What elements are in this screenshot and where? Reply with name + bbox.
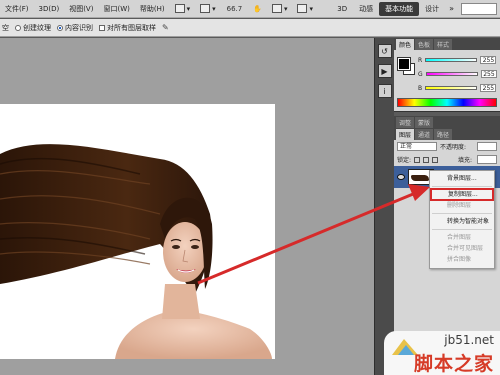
menu-separator [432, 186, 492, 187]
lock-row: 锁定: 填充: [394, 153, 500, 166]
layer-context-menu: 背景图层... 复制图层... 删除图层 转换为智能对象 合并图层 合并可见图层… [429, 170, 495, 269]
workspace-motion[interactable]: 动感 [353, 2, 379, 16]
watermark-name: 脚本之家 [413, 353, 494, 375]
tab-paths[interactable]: 路径 [434, 129, 453, 140]
layers-tabs: 图层 通道 路径 [394, 128, 500, 140]
content-aware-option[interactable]: 内容识别 [57, 23, 93, 33]
opacity-field[interactable] [477, 142, 497, 151]
create-texture-option[interactable]: 创建纹理 [15, 23, 51, 33]
tab-styles[interactable]: 样式 [434, 39, 453, 50]
portrait-image [0, 144, 272, 359]
adjust-tabs: 调整 蒙版 [394, 116, 500, 128]
brush-pressure-icon[interactable]: ✎ [162, 23, 169, 32]
menu-bar: 文件(F) 3D(D) 视图(V) 窗口(W) 帮助(H) ▾ ▾ 66.7 ✋… [0, 0, 500, 18]
red-slider[interactable] [425, 58, 478, 62]
channel-label-b: B [418, 84, 423, 92]
watermark-url: jb51.net [444, 333, 494, 347]
color-spectrum[interactable] [397, 98, 497, 107]
watermark: jb51.net 脚本之家 [384, 331, 500, 375]
lock-label: 锁定: [397, 157, 412, 164]
channel-label-g: G [418, 70, 423, 78]
tab-color[interactable]: 颜色 [396, 39, 415, 50]
options-bar: 空 创建纹理 内容识别 对所有图层取样 ✎ [0, 19, 500, 37]
extras-icon [297, 4, 308, 13]
extras-tool[interactable]: ▾ [292, 4, 318, 13]
create-texture-label: 创建纹理 [23, 23, 51, 32]
workspace-essentials[interactable]: 基本功能 [379, 1, 420, 16]
create-texture-radio[interactable] [15, 24, 21, 31]
fill-label: 填充: [457, 157, 472, 164]
menu-item-merge-visible[interactable]: 合并可见图层 [430, 243, 494, 254]
search-field[interactable] [461, 2, 497, 15]
blend-row: 正常 不透明度: [394, 140, 500, 153]
menu-separator [432, 213, 492, 214]
menu-item-window[interactable]: 窗口(W) [98, 4, 134, 14]
more-workspaces-button[interactable]: » [445, 4, 458, 13]
menu-item-background-layer[interactable]: 背景图层... [430, 173, 494, 184]
green-slider[interactable] [425, 72, 478, 76]
foreground-color-swatch[interactable] [397, 57, 411, 71]
visibility-eye-icon[interactable] [397, 174, 405, 180]
grid-icon [200, 4, 211, 13]
blue-value[interactable]: 255 [480, 84, 497, 92]
red-value[interactable]: 255 [480, 56, 497, 64]
lock-all-icon[interactable] [432, 156, 439, 163]
screen-icon [174, 4, 185, 13]
history-icon[interactable]: ↺ [377, 44, 392, 58]
menu-item-duplicate-layer[interactable]: 复制图层... [430, 188, 494, 201]
color-panel: R 255 G 255 B 255 [394, 50, 500, 112]
menu-item-3d[interactable]: 3D(D) [34, 5, 65, 13]
workspace-design[interactable]: 设计 [419, 2, 445, 16]
screen-mode-tool[interactable]: ▾ [170, 4, 196, 13]
sample-all-layers-label: 对所有图层取样 [107, 23, 156, 32]
menu-item-convert-smart-object[interactable]: 转换为智能对象 [430, 216, 494, 227]
menu-item-delete-layer[interactable]: 删除图层 [430, 200, 494, 211]
leading-label: 空 [2, 23, 9, 32]
canvas-area[interactable] [0, 38, 374, 375]
panel-icon-column: ↺ ▶ i [374, 38, 394, 375]
tab-adjustments[interactable]: 调整 [396, 117, 415, 128]
slider-blue[interactable]: B 255 [418, 84, 497, 92]
tab-swatches[interactable]: 色板 [415, 39, 434, 50]
menu-item-merge-layers[interactable]: 合并图层 [430, 232, 494, 243]
tab-channels[interactable]: 通道 [415, 129, 434, 140]
tab-masks[interactable]: 蒙版 [415, 117, 434, 128]
lock-position-icon[interactable] [423, 156, 430, 163]
fill-field[interactable] [477, 155, 497, 164]
zoom-level[interactable]: 66.7 [221, 5, 249, 13]
menu-item-flatten-image[interactable]: 拼合图像 [430, 254, 494, 265]
workspace-switcher: 3D 动感 基本功能 设计 » [331, 0, 500, 18]
menu-separator [432, 229, 492, 230]
menu-item-help[interactable]: 帮助(H) [135, 4, 170, 14]
slider-green[interactable]: G 255 [418, 70, 497, 78]
sample-all-layers-checkbox[interactable] [99, 24, 105, 31]
workspace-3d[interactable]: 3D [331, 2, 353, 16]
actions-icon[interactable]: ▶ [377, 64, 392, 78]
lock-pixels-icon[interactable] [414, 156, 421, 163]
color-panel-tabs: 颜色 色板 样式 [394, 38, 500, 50]
opacity-label: 不透明度: [440, 144, 467, 151]
tab-layers[interactable]: 图层 [396, 129, 415, 140]
green-value[interactable]: 255 [480, 70, 497, 78]
arrange-tool[interactable]: ▾ [267, 4, 293, 13]
menu-item-view[interactable]: 视图(V) [64, 4, 98, 14]
info-icon[interactable]: i [377, 84, 392, 98]
hand-tool[interactable]: ✋ [248, 5, 267, 13]
menu-item-file[interactable]: 文件(F) [0, 4, 34, 14]
grid-tool[interactable]: ▾ [195, 4, 221, 13]
slider-red[interactable]: R 255 [418, 56, 497, 64]
sample-all-layers-option[interactable]: 对所有图层取样 [99, 23, 156, 33]
document-canvas[interactable] [0, 104, 275, 359]
arrange-icon [271, 4, 282, 13]
blue-slider[interactable] [425, 86, 478, 90]
content-aware-radio[interactable] [57, 24, 63, 31]
content-aware-label: 内容识别 [65, 23, 93, 32]
blend-mode-select[interactable]: 正常 [397, 142, 437, 151]
channel-label-r: R [418, 56, 423, 64]
